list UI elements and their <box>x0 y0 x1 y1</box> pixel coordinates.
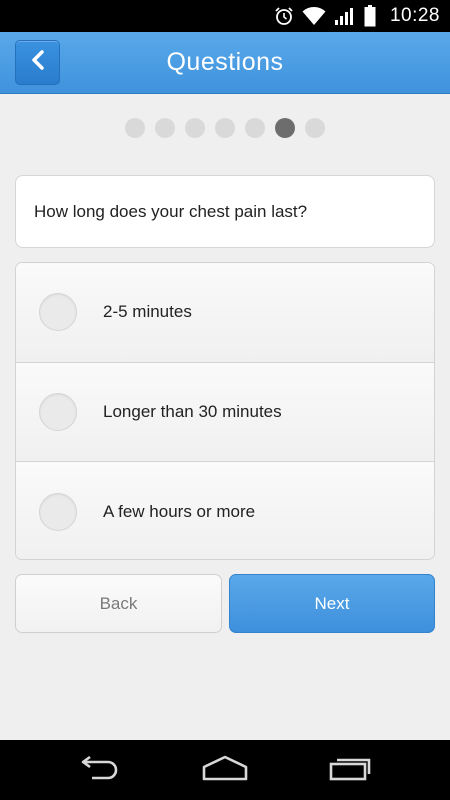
battery-icon <box>364 5 376 27</box>
progress-dot <box>185 118 205 138</box>
nav-recent-apps-button[interactable] <box>320 740 380 800</box>
status-bar: 10:28 <box>0 0 450 32</box>
nav-home-button[interactable] <box>195 740 255 800</box>
answer-option-label: 2-5 minutes <box>103 302 192 322</box>
progress-dot <box>305 118 325 138</box>
question-card: How long does your chest pain last? <box>15 175 435 248</box>
system-nav-bar <box>0 740 450 800</box>
radio-button[interactable] <box>39 392 77 431</box>
question-text: How long does your chest pain last? <box>34 201 308 221</box>
alarm-icon <box>274 6 294 26</box>
answer-option[interactable]: 2-5 minutes <box>16 263 434 363</box>
recent-apps-icon <box>327 755 373 786</box>
next-button[interactable]: Next <box>229 574 435 633</box>
signal-icon <box>334 6 356 26</box>
radio-button[interactable] <box>39 492 77 531</box>
progress-dots <box>0 118 450 138</box>
radio-button[interactable] <box>39 293 77 332</box>
answer-option-label: Longer than 30 minutes <box>103 401 282 421</box>
answer-options: 2-5 minutes Longer than 30 minutes A few… <box>15 262 435 560</box>
progress-dot <box>155 118 175 138</box>
progress-dot <box>215 118 235 138</box>
answer-option[interactable]: A few hours or more <box>16 462 434 559</box>
nav-back-button[interactable] <box>70 740 130 800</box>
progress-dot <box>125 118 145 138</box>
wifi-icon <box>302 6 326 26</box>
status-time: 10:28 <box>389 5 440 26</box>
progress-dot-active <box>275 118 295 138</box>
home-nav-icon <box>201 755 249 786</box>
app-header: Questions <box>0 32 450 94</box>
progress-dot <box>245 118 265 138</box>
back-nav-icon <box>78 755 122 785</box>
back-button[interactable]: Back <box>15 574 222 633</box>
page-title: Questions <box>166 48 284 76</box>
answer-option[interactable]: Longer than 30 minutes <box>16 362 434 462</box>
answer-option-label: A few hours or more <box>103 501 256 521</box>
